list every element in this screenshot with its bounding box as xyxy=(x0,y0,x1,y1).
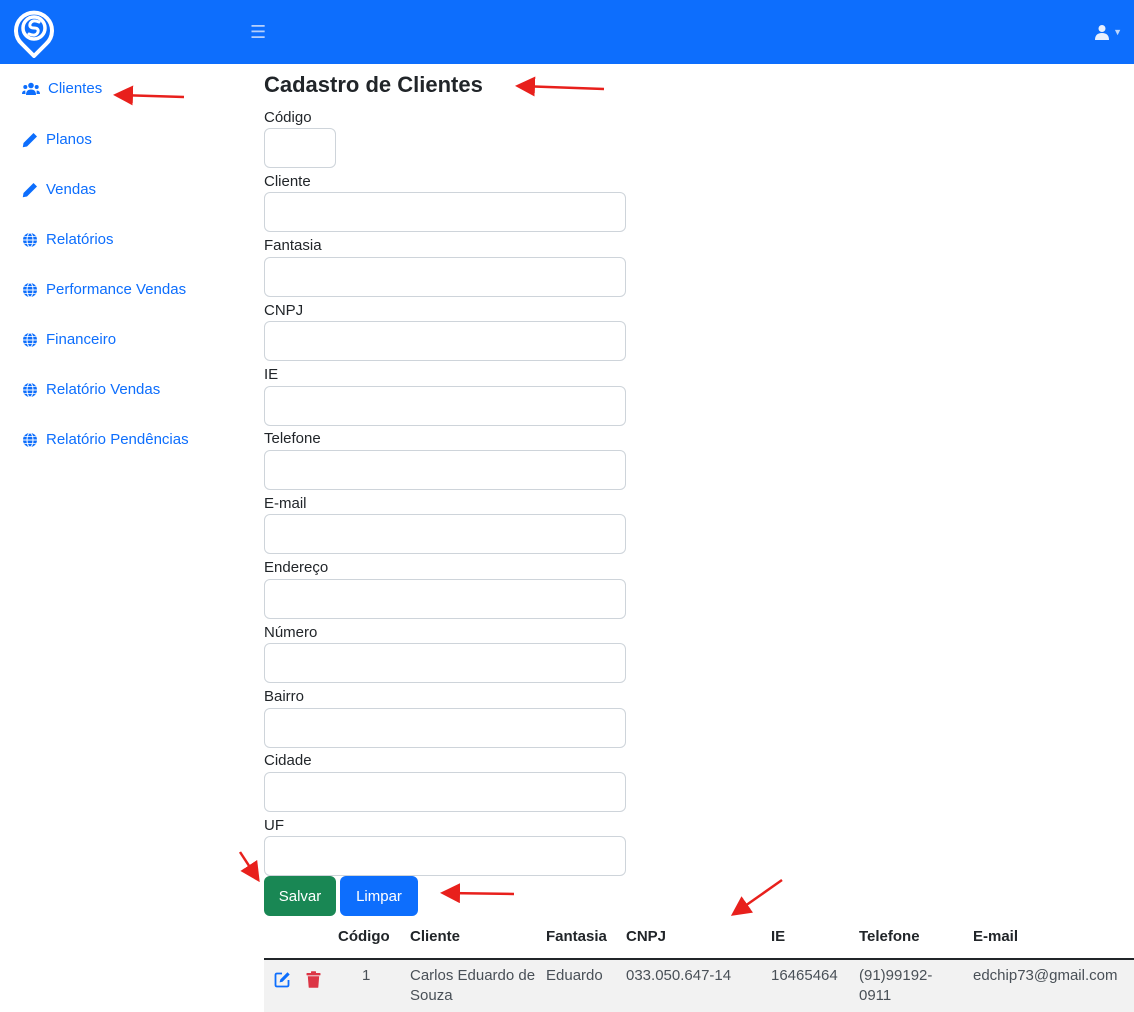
sidebar-item-label: Clientes xyxy=(48,80,103,97)
cell-cnpj: 033.050.647-14 xyxy=(626,967,732,984)
brand-logo-icon[interactable] xyxy=(10,6,58,58)
trash-icon[interactable] xyxy=(304,970,322,988)
codigo-label: Código xyxy=(264,109,312,126)
endereco-field[interactable] xyxy=(264,579,626,619)
sidebar-item-label: Vendas xyxy=(46,181,97,198)
uf-label: UF xyxy=(264,817,284,834)
telefone-label: Telefone xyxy=(264,430,321,447)
sidebar-item-vendas[interactable]: Vendas xyxy=(22,181,96,198)
fantasia-field[interactable] xyxy=(264,257,626,297)
annotation-arrow-table xyxy=(730,878,783,916)
sidebar-item-label: Planos xyxy=(46,131,92,148)
telefone-field[interactable] xyxy=(264,450,626,490)
sidebar-item-label: Performance Vendas xyxy=(46,281,187,298)
ie-field[interactable] xyxy=(264,386,626,426)
cliente-field[interactable] xyxy=(264,192,626,232)
numero-field[interactable] xyxy=(264,643,626,683)
edit-icon[interactable] xyxy=(273,970,291,988)
sidebar-item-label: Relatório Pendências xyxy=(46,431,189,448)
sidebar-item-label: Relatórios xyxy=(46,231,114,248)
uf-field[interactable] xyxy=(264,836,626,876)
globe-icon xyxy=(23,332,37,347)
user-icon xyxy=(1095,25,1110,40)
cnpj-label: CNPJ xyxy=(264,302,304,319)
menu-toggle-icon[interactable]: ☰ xyxy=(250,22,266,42)
sidebar-item-relatorios[interactable]: Relatórios xyxy=(22,231,114,248)
globe-icon xyxy=(23,432,37,447)
ie-label: IE xyxy=(264,366,279,383)
annotation-arrow-save xyxy=(238,851,260,883)
cell-codigo: 1 xyxy=(362,967,371,984)
globe-icon xyxy=(23,382,37,397)
cell-ie: 16465464 xyxy=(771,967,838,984)
endereco-label: Endereço xyxy=(264,559,329,576)
pencil-icon xyxy=(22,182,37,197)
save-button[interactable]: Salvar xyxy=(264,876,336,916)
sidebar-item-clientes[interactable]: Clientes xyxy=(22,80,102,97)
column-header-cnpj[interactable]: CNPJ xyxy=(626,928,666,945)
column-header-cliente[interactable]: Cliente xyxy=(410,928,460,945)
clear-button[interactable]: Limpar xyxy=(340,876,418,916)
cidade-label: Cidade xyxy=(264,752,312,769)
table-row: 1 Carlos Eduardo de Souza Eduardo 033.05… xyxy=(264,958,1134,1012)
annotation-arrow-sidebar xyxy=(113,85,185,106)
sidebar-item-performance-vendas[interactable]: Performance Vendas xyxy=(22,281,186,298)
fantasia-label: Fantasia xyxy=(264,237,322,254)
email-label: E-mail xyxy=(264,495,307,512)
bairro-label: Bairro xyxy=(264,688,305,705)
sidebar-item-relatorio-vendas[interactable]: Relatório Vendas xyxy=(22,381,160,398)
chevron-down-icon: ▼ xyxy=(1113,27,1122,37)
cell-telefone: (91)99192-0911 xyxy=(859,967,933,1004)
cnpj-field[interactable] xyxy=(264,321,626,361)
clients-table-header: Código Cliente Fantasia CNPJ IE Telefone… xyxy=(264,918,1134,958)
cidade-field[interactable] xyxy=(264,772,626,812)
sidebar-item-planos[interactable]: Planos xyxy=(22,131,92,148)
column-header-codigo[interactable]: Código xyxy=(338,928,390,945)
codigo-field[interactable] xyxy=(264,128,336,168)
email-field[interactable] xyxy=(264,514,626,554)
globe-icon xyxy=(23,232,37,247)
sidebar-item-relatorio-pendencias[interactable]: Relatório Pendências xyxy=(22,431,189,448)
column-header-telefone[interactable]: Telefone xyxy=(859,928,920,945)
pencil-icon xyxy=(22,132,37,147)
bairro-field[interactable] xyxy=(264,708,626,748)
column-header-ie[interactable]: IE xyxy=(771,928,785,945)
user-menu-button[interactable]: ▼ xyxy=(1095,24,1122,40)
sidebar-item-label: Financeiro xyxy=(46,331,117,348)
cell-email: edchip73@gmail.com xyxy=(973,967,1118,984)
page-title: Cadastro de Clientes xyxy=(264,72,483,97)
cell-fantasia: Eduardo xyxy=(546,967,603,984)
sidebar-item-financeiro[interactable]: Financeiro xyxy=(22,331,116,348)
users-icon xyxy=(22,82,40,95)
column-header-fantasia[interactable]: Fantasia xyxy=(546,928,607,945)
annotation-arrow-clear xyxy=(440,883,515,904)
sidebar-item-label: Relatório Vendas xyxy=(46,381,161,398)
column-header-email[interactable]: E-mail xyxy=(973,928,1018,945)
cliente-label: Cliente xyxy=(264,173,311,190)
top-navbar: ☰ ▼ xyxy=(0,0,1134,64)
numero-label: Número xyxy=(264,624,318,641)
annotation-arrow-title xyxy=(515,76,605,97)
cell-cliente: Carlos Eduardo de Souza xyxy=(410,967,536,1004)
globe-icon xyxy=(23,282,37,297)
